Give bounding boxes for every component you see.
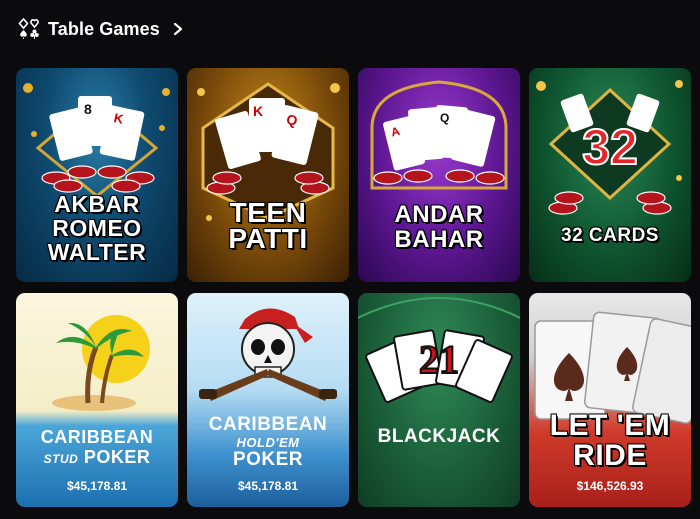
- game-tile-blackjack[interactable]: 21 BLACKJACK: [358, 293, 520, 507]
- game-title-line: 32 CARDS: [561, 225, 659, 246]
- jackpot-amount: $45,178.81: [237, 479, 299, 493]
- game-tile-andar-bahar[interactable]: A Q ANDAR BAHAR: [358, 68, 520, 282]
- card-suits-icon: [18, 18, 39, 39]
- game-title-line: BLACKJACK: [377, 426, 501, 447]
- game-tile-akbar-romeo-walter[interactable]: 8 K AKBAR ROMEO WALTER: [16, 68, 178, 282]
- game-tile-teen-patti[interactable]: K Q TEEN PATTI: [187, 68, 349, 282]
- jackpot-amount: $45,178.81: [66, 479, 128, 493]
- game-tile-32-cards[interactable]: 32 32 CARDS: [529, 68, 691, 282]
- game-title-line: CARIBBEAN: [208, 414, 328, 435]
- game-title-line: AKBAR: [54, 191, 140, 217]
- section-title: Table Games: [48, 18, 160, 39]
- jackpot-amount: $146,526.93: [576, 479, 644, 493]
- game-title-line: WALTER: [47, 239, 147, 265]
- game-title-line: ROMEO: [52, 215, 142, 241]
- game-tile-caribbean-stud-poker[interactable]: CARIBBEAN STUD POKER $45,178.81: [16, 293, 178, 507]
- pirate-skull-icon: [199, 308, 337, 401]
- palm-island-icon: [52, 315, 150, 411]
- game-title-line: HOLD'EM: [236, 435, 300, 450]
- game-title-line: PATTI: [228, 223, 308, 254]
- game-title-line: RIDE: [573, 439, 647, 472]
- game-title-line: CARIBBEAN: [40, 427, 154, 447]
- game-title-line: POKER: [83, 447, 151, 467]
- playing-cards-icon: 21: [358, 297, 520, 403]
- playing-cards-icon: 32: [536, 80, 683, 215]
- games-grid: 8 K AKBAR ROMEO WALTER K Q TEEN PATTI A …: [16, 68, 691, 507]
- game-title-line: ANDAR: [394, 201, 484, 228]
- game-badge: 21: [419, 337, 459, 382]
- chevron-right-icon: [173, 22, 182, 36]
- playing-cards-icon: [534, 311, 691, 424]
- game-title-line: LET 'EM: [549, 409, 671, 442]
- game-title-line: STUD: [43, 452, 79, 466]
- game-tile-let-em-ride[interactable]: LET 'EM RIDE $146,526.93: [529, 293, 691, 507]
- svg-text:8: 8: [84, 101, 92, 117]
- game-title-line: POKER: [232, 449, 304, 470]
- section-header[interactable]: Table Games: [18, 16, 184, 42]
- svg-text:K: K: [253, 103, 263, 119]
- game-tile-caribbean-holdem-poker[interactable]: CARIBBEAN HOLD'EM POKER $45,178.81: [187, 293, 349, 507]
- game-title-line: BAHAR: [394, 226, 484, 253]
- game-badge: 32: [582, 119, 638, 175]
- svg-text:Q: Q: [440, 111, 449, 125]
